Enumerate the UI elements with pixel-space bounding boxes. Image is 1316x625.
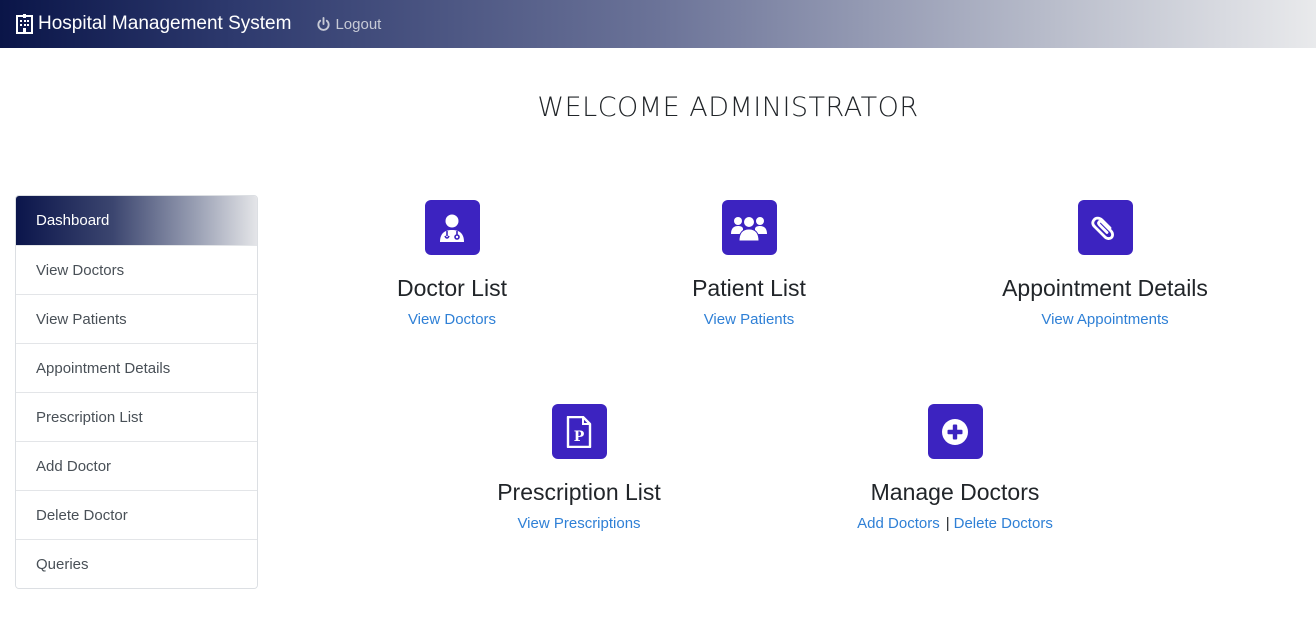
- doctor-list-card: Doctor List View Doctors: [352, 200, 552, 328]
- appointment-details-card: Appointment Details View Appointments: [965, 200, 1245, 328]
- sidebar-item-prescription-list[interactable]: Prescription List: [16, 392, 257, 441]
- card-title: Manage Doctors: [870, 479, 1040, 505]
- sidebar-item-view-doctors[interactable]: View Doctors: [16, 245, 257, 294]
- sidebar-menu: Dashboard View Doctors View Patients App…: [15, 195, 258, 589]
- sidebar-item-appointment-details[interactable]: Appointment Details: [16, 343, 257, 392]
- sidebar-item-label: View Doctors: [36, 261, 125, 279]
- logout-label: Logout: [335, 15, 382, 33]
- card-title: Appointment Details: [1002, 275, 1208, 301]
- view-appointments-link[interactable]: View Appointments: [1041, 311, 1168, 328]
- delete-doctors-link[interactable]: Delete Doctors: [954, 515, 1053, 532]
- top-navbar: Hospital Management System Logout: [0, 0, 1316, 48]
- users-icon: [721, 200, 777, 255]
- view-patients-link[interactable]: View Patients: [704, 311, 795, 328]
- patient-list-card: Patient List View Patients: [649, 200, 849, 328]
- brand-link[interactable]: Hospital Management System: [16, 13, 291, 35]
- sidebar-item-label: Delete Doctor: [36, 506, 128, 524]
- sidebar-item-label: Prescription List: [36, 408, 143, 426]
- page-title: WELCOME ADMINISTRATOR: [0, 92, 1316, 123]
- sidebar-item-label: Add Doctor: [36, 457, 112, 475]
- page-title-text: WELCOME ADMINISTRATOR: [537, 92, 919, 123]
- sidebar-item-add-doctor[interactable]: Add Doctor: [16, 441, 257, 490]
- sidebar-item-label: View Patients: [36, 310, 127, 328]
- brand-text: Hospital Management System: [38, 13, 292, 34]
- sidebar-item-delete-doctor[interactable]: Delete Doctor: [16, 490, 257, 539]
- card-title: Prescription List: [497, 479, 661, 505]
- sidebar-item-label: Appointment Details: [36, 359, 171, 377]
- sidebar-item-view-patients[interactable]: View Patients: [16, 294, 257, 343]
- sidebar-item-dashboard[interactable]: Dashboard: [16, 196, 257, 245]
- card-title: Doctor List: [397, 275, 507, 301]
- sidebar-item-label: Queries: [36, 555, 89, 573]
- view-prescriptions-link[interactable]: View Prescriptions: [517, 515, 640, 532]
- sidebar-item-label: Dashboard: [36, 212, 110, 229]
- sidebar-item-queries[interactable]: Queries: [16, 539, 257, 588]
- doctor-icon: [424, 200, 480, 255]
- link-separator: |: [945, 515, 950, 532]
- manage-doctors-card: Manage Doctors Add Doctors | Delete Doctor…: [825, 404, 1085, 532]
- card-title: Patient List: [692, 275, 806, 301]
- paperclip-icon: [1077, 200, 1133, 255]
- power-icon: [317, 16, 330, 31]
- logout-link[interactable]: Logout: [316, 16, 381, 33]
- view-doctors-link[interactable]: View Doctors: [408, 311, 496, 328]
- prescription-icon: P: [551, 404, 607, 459]
- plus-circle-icon: [927, 404, 983, 459]
- hospital-icon: [16, 14, 33, 34]
- prescription-list-card: P Prescription List View Prescriptions: [459, 404, 699, 532]
- add-doctors-link[interactable]: Add Doctors: [857, 515, 940, 532]
- svg-text:P: P: [574, 429, 585, 445]
